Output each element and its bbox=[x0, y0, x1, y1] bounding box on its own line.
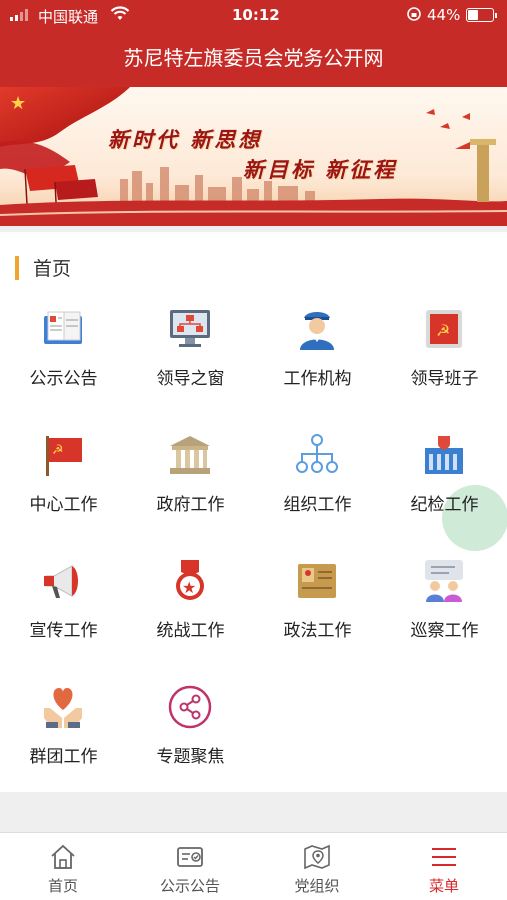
section-title: 首页 bbox=[33, 258, 72, 280]
government-building-icon bbox=[170, 436, 210, 474]
grid-item-label: 巡察工作 bbox=[410, 621, 479, 641]
nav-notice[interactable]: 公示公告 bbox=[127, 833, 253, 900]
grid-item-organization[interactable]: 组织工作 bbox=[254, 426, 381, 544]
carrier-name: 中国联通 bbox=[38, 8, 99, 26]
grid-item-label: 专题聚焦 bbox=[156, 747, 225, 767]
map-pin-icon bbox=[304, 844, 330, 870]
nav-label: 公示公告 bbox=[159, 877, 220, 895]
grid-item-leader-window[interactable]: 领导之窗 bbox=[127, 300, 254, 418]
banner-image: ★ 新时代 新思想 新目标 新征程 bbox=[0, 87, 507, 226]
grid-item-label: 纪检工作 bbox=[410, 495, 479, 515]
megaphone-icon bbox=[44, 565, 78, 598]
grid-item-inspection[interactable]: 巡察工作 bbox=[381, 552, 507, 670]
wifi-icon bbox=[110, 6, 130, 20]
banner-slogan-line2: 新目标 新征程 bbox=[243, 157, 398, 182]
grid-item-label: 群团工作 bbox=[29, 747, 98, 767]
nav-menu[interactable]: 菜单 bbox=[381, 833, 507, 900]
officer-icon bbox=[300, 312, 334, 350]
grid-item-united-front[interactable]: ★ 统战工作 bbox=[127, 552, 254, 670]
shield-building-icon bbox=[425, 436, 463, 474]
grid-item-mass-org[interactable]: 群团工作 bbox=[0, 678, 127, 796]
org-monitor-icon bbox=[170, 310, 210, 347]
notice-book-icon bbox=[44, 311, 82, 344]
grid-item-label: 统战工作 bbox=[156, 621, 225, 641]
section-accent-bar bbox=[15, 255, 19, 280]
law-document-icon bbox=[298, 564, 336, 598]
page-title: 苏尼特左旗委员会党务公开网 bbox=[0, 30, 507, 87]
grid-item-label: 宣传工作 bbox=[29, 621, 98, 641]
grid-item-leadership[interactable]: ☭ 领导班子 bbox=[381, 300, 507, 418]
grid-item-politics-law[interactable]: 政法工作 bbox=[254, 552, 381, 670]
notice-icon bbox=[177, 847, 203, 867]
nav-label: 首页 bbox=[47, 877, 78, 895]
grid-item-label: 组织工作 bbox=[283, 495, 352, 515]
grid-item-label: 政府工作 bbox=[156, 495, 225, 515]
grid-item-label: 政法工作 bbox=[283, 621, 352, 641]
svg-text:★: ★ bbox=[10, 93, 26, 114]
rotation-lock-icon bbox=[407, 7, 421, 21]
inspection-people-icon bbox=[425, 560, 463, 602]
grid-item-central-work[interactable]: ☭ 中心工作 bbox=[0, 426, 127, 544]
hierarchy-icon bbox=[296, 434, 338, 473]
section-header: 首页 bbox=[15, 254, 71, 281]
bottom-nav: 首页 公示公告 党组织 菜单 bbox=[0, 832, 507, 900]
battery-icon bbox=[466, 8, 497, 22]
menu-icon bbox=[432, 848, 456, 866]
share-circle-icon bbox=[168, 685, 212, 729]
grid-item-government[interactable]: 政府工作 bbox=[127, 426, 254, 544]
party-book-icon: ☭ bbox=[426, 310, 462, 348]
svg-text:☭: ☭ bbox=[436, 321, 450, 340]
star-medal-icon: ★ bbox=[176, 560, 204, 600]
grid-item-label: 工作机构 bbox=[283, 369, 352, 389]
grid-item-publicity[interactable]: 宣传工作 bbox=[0, 552, 127, 670]
grid-item-notice[interactable]: 公示公告 bbox=[0, 300, 127, 418]
battery-percent: 44% bbox=[427, 6, 461, 24]
svg-text:☭: ☭ bbox=[52, 443, 64, 458]
party-flag-icon: ☭ bbox=[46, 436, 82, 476]
grid-item-label: 领导班子 bbox=[410, 369, 479, 389]
nav-label: 菜单 bbox=[428, 877, 459, 895]
signal-icon bbox=[10, 9, 28, 21]
grid-item-label: 中心工作 bbox=[29, 495, 98, 515]
nav-home[interactable]: 首页 bbox=[0, 833, 126, 900]
heart-hands-icon bbox=[44, 688, 82, 728]
status-bar: 中国联通 10:12 44% bbox=[0, 0, 507, 30]
grid-item-special-focus[interactable]: 专题聚焦 bbox=[127, 678, 254, 796]
nav-party-org[interactable]: 党组织 bbox=[254, 833, 380, 900]
grid-item-label: 公示公告 bbox=[29, 369, 98, 389]
nav-label: 党组织 bbox=[294, 877, 340, 895]
grid-item-discipline[interactable]: 纪检工作 bbox=[381, 426, 507, 544]
svg-text:★: ★ bbox=[182, 578, 196, 597]
status-time: 10:12 bbox=[232, 6, 280, 24]
banner-slogan-line1: 新时代 新思想 bbox=[108, 127, 263, 152]
home-icon bbox=[51, 844, 75, 869]
grid-item-label: 领导之窗 bbox=[156, 369, 225, 389]
grid-item-work-agency[interactable]: 工作机构 bbox=[254, 300, 381, 418]
home-card: 首页 公示公告 领导之窗 工作机构 ☭ 领导班子 ☭ 中心工作 政府工作 组织工… bbox=[0, 232, 507, 792]
